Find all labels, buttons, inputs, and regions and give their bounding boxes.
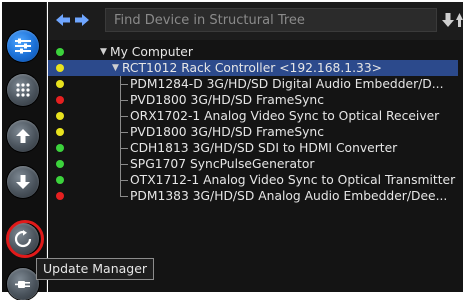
tree-branch: [120, 76, 128, 85]
status-dot: [56, 160, 64, 168]
tree-node-label: PDM1383 3G/HD/SD Analog Audio Embedder/D…: [130, 189, 448, 203]
tree-branch: [120, 172, 128, 181]
tree-branch: [120, 92, 128, 101]
tree-node-label: ORX1702-1 Analog Video Sync to Optical R…: [130, 109, 440, 123]
tree-node-device[interactable]: PVD1800 3G/HD/SD FrameSync: [48, 92, 458, 108]
back-arrow-icon[interactable]: [56, 13, 70, 27]
status-dot: [56, 128, 64, 136]
sidebar: [2, 2, 47, 300]
status-dot: [56, 80, 64, 88]
tree-node-label: My Computer: [110, 45, 193, 59]
tree-node-device[interactable]: PDM1284-D 3G/HD/SD Digital Audio Embedde…: [48, 76, 458, 92]
forward-arrow-icon[interactable]: [75, 13, 89, 27]
tree-node-device[interactable]: PVD1800 3G/HD/SD FrameSync: [48, 124, 458, 140]
tree-node-device[interactable]: CDH1813 3G/HD/SD SDI to HDMI Converter: [48, 140, 458, 156]
tree-branch: [120, 156, 128, 165]
status-dot: [56, 96, 64, 104]
tree-branch: [120, 108, 128, 117]
tree-node-label: CDH1813 3G/HD/SD SDI to HDMI Converter: [130, 141, 398, 155]
grid-icon[interactable]: [7, 74, 39, 106]
upload-icon[interactable]: [7, 120, 39, 152]
tree-node-root[interactable]: ▼ My Computer: [48, 44, 458, 60]
status-dot: [56, 48, 64, 56]
tree-node-device[interactable]: ORX1702-1 Analog Video Sync to Optical R…: [48, 108, 458, 124]
tree-branch: [120, 124, 128, 133]
status-dot: [56, 64, 64, 72]
tree-node-device[interactable]: PDM1383 3G/HD/SD Analog Audio Embedder/D…: [48, 188, 458, 204]
tree-node-label: OTX1712-1 Analog Video Sync to Optical T…: [130, 173, 456, 187]
find-previous-arrow-icon[interactable]: [456, 13, 463, 27]
status-dot: [56, 144, 64, 152]
tree-node-label: SPG1707 SyncPulseGenerator: [130, 157, 315, 171]
status-dot: [56, 112, 64, 120]
tree-branch: [120, 188, 128, 197]
expand-triangle-icon[interactable]: ▼: [100, 44, 107, 60]
app-window: ▼ My Computer ▼ RCT1012 Rack Controller …: [0, 0, 465, 300]
structural-tree-panel: ▼ My Computer ▼ RCT1012 Rack Controller …: [48, 2, 463, 292]
tooltip: Update Manager: [36, 258, 155, 280]
device-search-input[interactable]: [105, 8, 437, 32]
toolbar: [48, 2, 463, 40]
status-dot: [56, 192, 64, 200]
tree-node-label: PVD1800 3G/HD/SD FrameSync: [130, 125, 324, 139]
status-dot: [56, 176, 64, 184]
tree-node-label: PDM1284-D 3G/HD/SD Digital Audio Embedde…: [130, 77, 444, 91]
tree-node-label: PVD1800 3G/HD/SD FrameSync: [130, 93, 324, 107]
tree-branch: [120, 140, 128, 149]
tree-node-label: RCT1012 Rack Controller <192.168.1.33>: [122, 61, 382, 75]
tree-node-device[interactable]: SPG1707 SyncPulseGenerator: [48, 156, 458, 172]
download-icon[interactable]: [7, 166, 39, 198]
plug-icon[interactable]: [7, 268, 39, 300]
update-manager-highlight: [6, 220, 44, 258]
tree-node-controller[interactable]: ▼ RCT1012 Rack Controller <192.168.1.33>: [48, 60, 458, 76]
tree-node-device[interactable]: OTX1712-1 Analog Video Sync to Optical T…: [48, 172, 458, 188]
expand-triangle-icon[interactable]: ▼: [112, 60, 119, 76]
find-next-arrow-icon[interactable]: [441, 13, 455, 27]
sliders-icon[interactable]: [7, 30, 39, 62]
